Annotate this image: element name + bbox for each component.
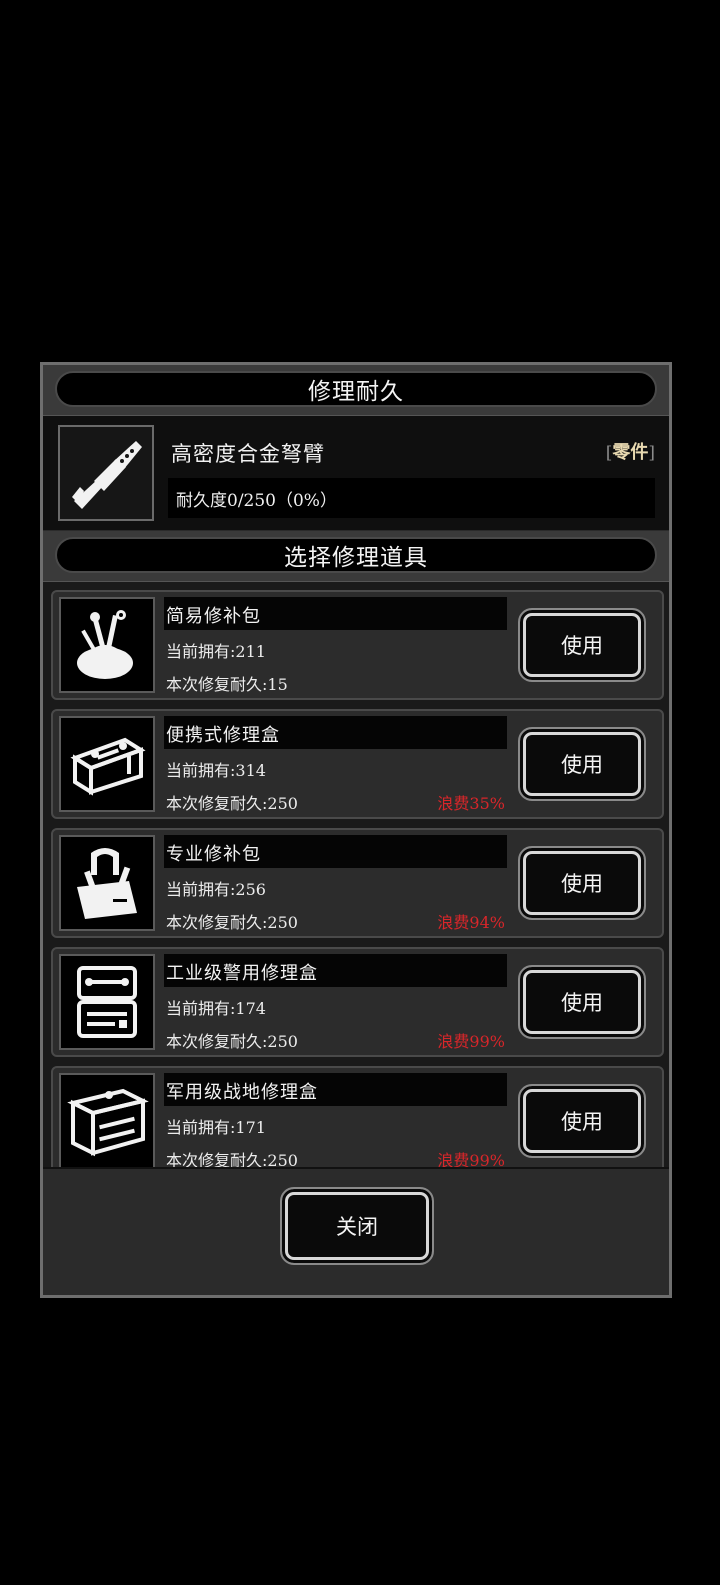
tool-name-bar: 工业级警用修理盒 xyxy=(164,954,507,987)
tool-repair-amount: 本次修复耐久:250 xyxy=(166,913,298,932)
tool-select-header: 选择修理道具 xyxy=(43,531,669,583)
tool-waste: 浪费35% xyxy=(437,794,505,813)
tool-owned-count: 当前拥有:174 xyxy=(166,999,266,1018)
tool-name-bar: 简易修补包 xyxy=(164,597,507,630)
tool-repair-amount: 本次修复耐久:250 xyxy=(166,1032,298,1051)
use-button[interactable]: 使用 xyxy=(518,846,646,920)
military-toolbox-icon xyxy=(59,1073,155,1167)
item-info: 高密度合金弩臂 [零件] 耐久度0/250（0%） xyxy=(43,416,669,530)
tool-repair-amount: 本次修复耐久:15 xyxy=(166,675,288,694)
tool-waste: 浪费99% xyxy=(437,1151,505,1167)
use-button[interactable]: 使用 xyxy=(518,608,646,682)
tool-card: 工业级警用修理盒 当前拥有:174 本次修复耐久:250 浪费99% 使用 xyxy=(51,947,664,1057)
portable-toolbox-icon xyxy=(59,716,155,812)
use-button[interactable]: 使用 xyxy=(518,965,646,1039)
tool-name-bar: 便携式修理盒 xyxy=(164,716,507,749)
tool-owned-count: 当前拥有:256 xyxy=(166,880,266,899)
use-button[interactable]: 使用 xyxy=(518,727,646,801)
tool-name-bar: 专业修补包 xyxy=(164,835,507,868)
tool-list[interactable]: 简易修补包 当前拥有:211 本次修复耐久:15 使用 便携式修理盒 当前拥有:… xyxy=(43,582,669,1167)
durability-text: 耐久度0/250（0%） xyxy=(176,491,337,511)
tool-select-title: 选择修理道具 xyxy=(55,537,657,573)
dialog-title: 修理耐久 xyxy=(55,371,657,407)
durability-bar: 耐久度0/250（0%） xyxy=(168,478,655,518)
tool-name: 军用级战地修理盒 xyxy=(166,1082,318,1103)
tool-card: 专业修补包 当前拥有:256 本次修复耐久:250 浪费94% 使用 xyxy=(51,828,664,938)
tool-card: 便携式修理盒 当前拥有:314 本次修复耐久:250 浪费35% 使用 xyxy=(51,709,664,819)
tool-name: 简易修补包 xyxy=(166,606,261,627)
tool-waste: 浪费99% xyxy=(437,1032,505,1051)
crossbow-arm-icon xyxy=(58,425,154,521)
tag-bracket-close: ] xyxy=(648,443,655,463)
tool-owned-count: 当前拥有:211 xyxy=(166,642,266,661)
tool-owned-count: 当前拥有:171 xyxy=(166,1118,266,1137)
tool-name: 专业修补包 xyxy=(166,844,261,865)
dialog-footer: 关闭 xyxy=(43,1167,669,1295)
pouch-tools-icon xyxy=(59,597,155,693)
item-type-tag: [零件] xyxy=(606,438,655,464)
repair-dialog: 修理耐久 高密度合金弩臂 [零件] 耐久度0/250（0%） 选择修理道具 简易… xyxy=(40,362,672,1298)
tool-card: 简易修补包 当前拥有:211 本次修复耐久:15 使用 xyxy=(51,590,664,700)
item-type-label: 零件 xyxy=(612,442,649,463)
dialog-header: 修理耐久 xyxy=(43,365,669,417)
use-button[interactable]: 使用 xyxy=(518,1084,646,1158)
tool-owned-count: 当前拥有:314 xyxy=(166,761,266,780)
professional-kit-icon xyxy=(59,835,155,931)
tool-card: 军用级战地修理盒 当前拥有:171 本次修复耐久:250 浪费99% 使用 xyxy=(51,1066,664,1167)
tool-name: 工业级警用修理盒 xyxy=(166,963,318,984)
industrial-case-icon xyxy=(59,954,155,1050)
tool-name: 便携式修理盒 xyxy=(166,725,280,746)
item-name: 高密度合金弩臂 xyxy=(171,442,325,466)
tool-repair-amount: 本次修复耐久:250 xyxy=(166,1151,298,1167)
tool-repair-amount: 本次修复耐久:250 xyxy=(166,794,298,813)
close-button[interactable]: 关闭 xyxy=(280,1187,434,1265)
tool-waste: 浪费94% xyxy=(437,913,505,932)
tool-name-bar: 军用级战地修理盒 xyxy=(164,1073,507,1106)
